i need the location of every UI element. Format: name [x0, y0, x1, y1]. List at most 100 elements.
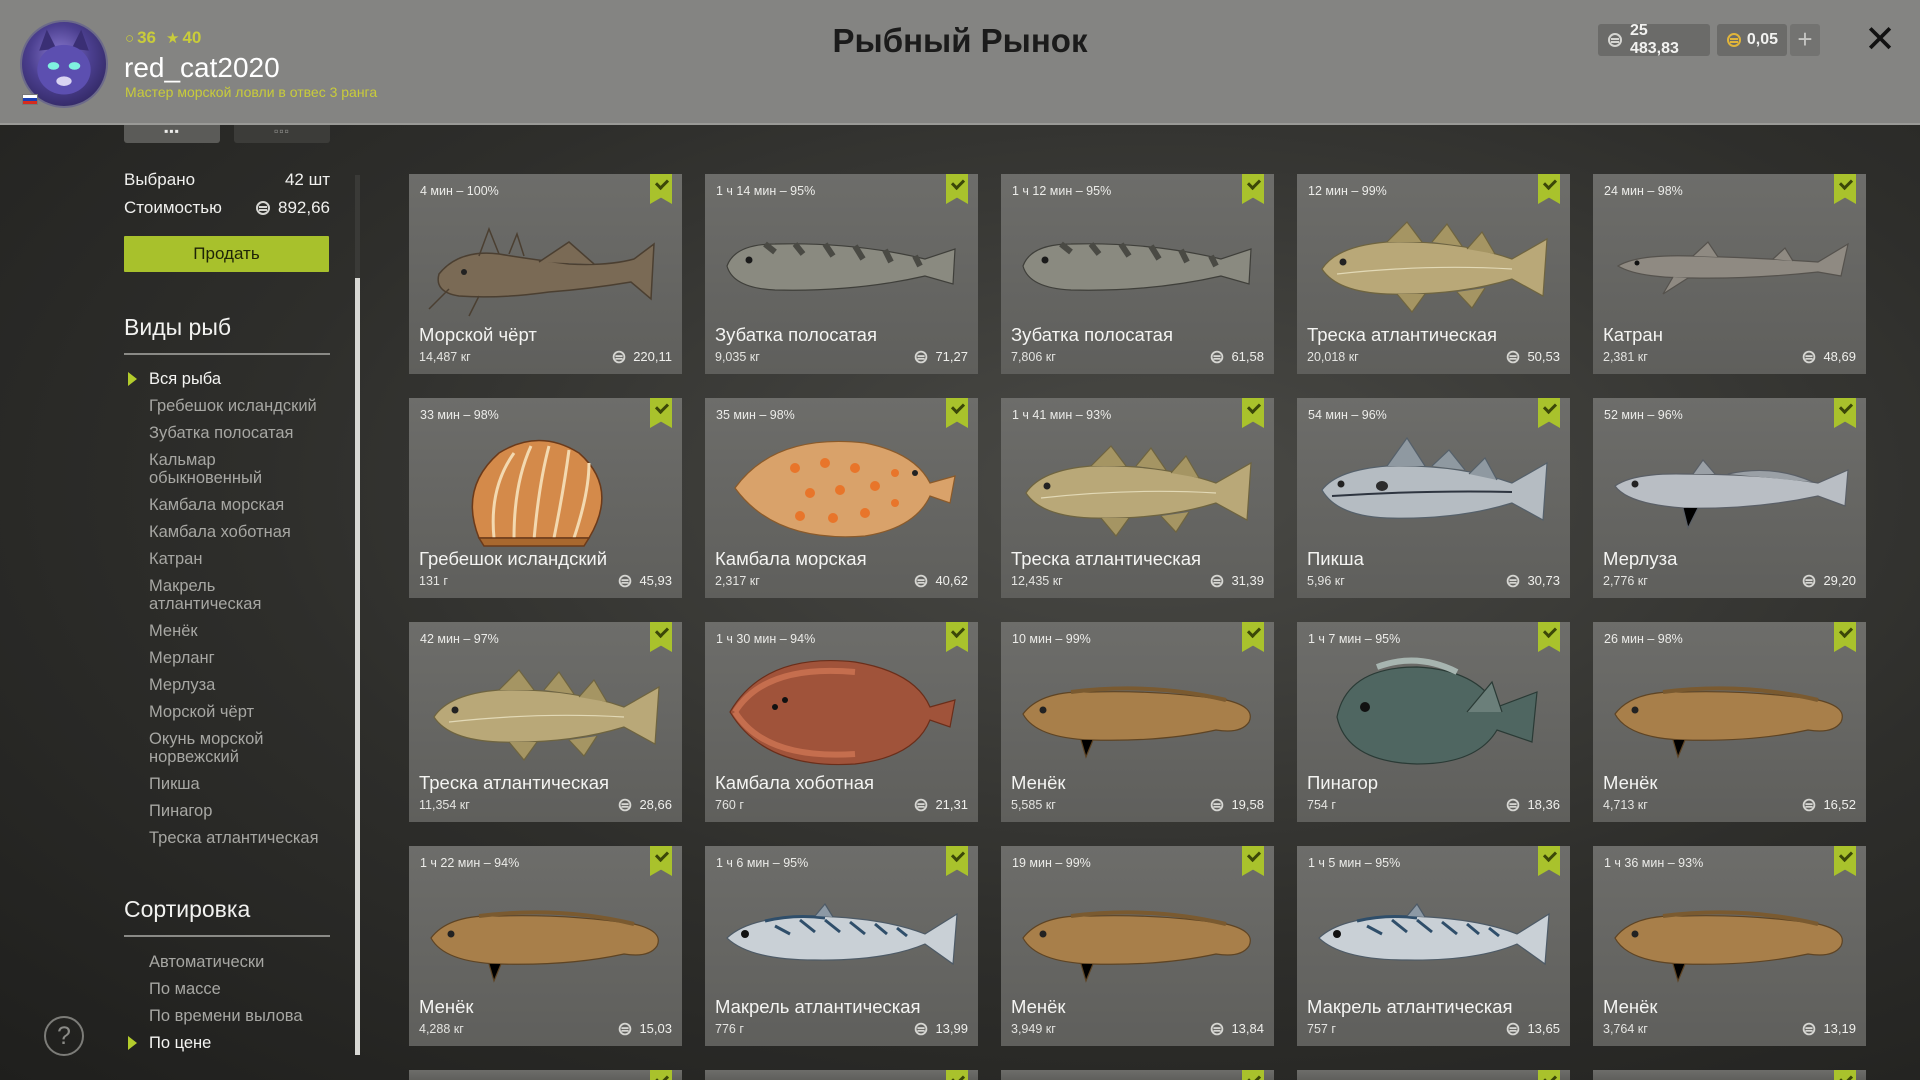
fish-card[interactable]: 12 мин – 99% Треска атлантическая 20,018…	[1297, 174, 1570, 374]
scrollbar-thumb[interactable]	[355, 278, 360, 1055]
selected-check-icon[interactable]	[946, 846, 968, 876]
fish-card[interactable]: 33 мин – 98% Гребешок исландский 131 г 4…	[409, 398, 682, 598]
selected-check-icon[interactable]	[1834, 174, 1856, 204]
fish-name: Пинагор	[1307, 772, 1379, 793]
selected-check-icon[interactable]	[946, 1070, 968, 1080]
selected-check-icon[interactable]	[946, 398, 968, 428]
fish-card[interactable]: 42 мин – 97% Треска атлантическая 11,354…	[409, 622, 682, 822]
sort-option-item[interactable]: По массе	[124, 980, 330, 998]
cod-icon	[419, 652, 672, 772]
species-filter-label: Мерланг	[149, 649, 215, 667]
add-gold-button[interactable]: +	[1790, 24, 1820, 56]
species-filter-item[interactable]: Пинагор	[124, 802, 330, 820]
selected-check-icon[interactable]	[1538, 622, 1560, 652]
sort-option-item[interactable]: По цене	[124, 1034, 330, 1052]
species-filter-item[interactable]: Макрель атлантическая	[124, 577, 330, 613]
species-filter-item[interactable]: Треска атлантическая	[124, 829, 330, 847]
species-filter-item[interactable]: Камбала морская	[124, 496, 330, 514]
fish-card[interactable]: 10 мин – 99% Менёк 5,585 кг 19,58	[1001, 622, 1274, 822]
fish-name: Менёк	[1011, 772, 1066, 793]
selected-check-icon[interactable]	[650, 398, 672, 428]
selected-check-icon[interactable]	[1538, 846, 1560, 876]
sell-button[interactable]: Продать	[124, 236, 329, 272]
fish-card-partial[interactable]	[1593, 1070, 1866, 1080]
sort-option-item[interactable]: Автоматически	[124, 953, 330, 971]
species-heading: Виды рыб	[124, 314, 330, 355]
help-button[interactable]: ?	[44, 1016, 84, 1056]
sort-option-label: По массе	[149, 980, 221, 998]
fish-card-partial[interactable]	[1297, 1070, 1570, 1080]
selected-check-icon[interactable]	[1834, 398, 1856, 428]
catch-time: 19 мин – 99%	[1012, 856, 1091, 870]
selected-check-icon[interactable]	[1242, 398, 1264, 428]
fish-card[interactable]: 24 мин – 98% Катран 2,381 кг 48,69	[1593, 174, 1866, 374]
sort-option-item[interactable]: По времени вылова	[124, 1007, 330, 1025]
small-grid-view-tab[interactable]: ▫▫▫	[234, 125, 330, 143]
fish-weight: 131 г	[419, 574, 448, 588]
flounder-icon	[715, 652, 968, 772]
silver-coins-icon	[1802, 1022, 1816, 1035]
selected-check-icon[interactable]	[946, 174, 968, 204]
fish-card[interactable]: 1 ч 12 мин – 95% Зубатка полосатая 7,806…	[1001, 174, 1274, 374]
fish-card[interactable]: 52 мин – 96% Мерлуза 2,776 кг 29,20	[1593, 398, 1866, 598]
fish-card[interactable]: 4 мин – 100% Морской чёрт 14,487 кг 220,…	[409, 174, 682, 374]
fish-card[interactable]: 26 мин – 98% Менёк 4,713 кг 16,52	[1593, 622, 1866, 822]
selected-check-icon[interactable]	[650, 622, 672, 652]
selected-check-icon[interactable]	[650, 846, 672, 876]
fish-name: Треска атлантическая	[1307, 324, 1498, 345]
selected-check-icon[interactable]	[650, 1070, 672, 1080]
species-filter-item[interactable]: Кальмар обыкновенный	[124, 451, 330, 487]
species-filter-label: Гребешок исландский	[149, 397, 317, 415]
profile-header: ○ 36 ★ 40 red_cat2020 Мастер морской ловли…	[0, 0, 1920, 125]
selected-check-icon[interactable]	[1242, 1070, 1264, 1080]
species-filter-item[interactable]: Мерланг	[124, 649, 330, 667]
species-filter-item[interactable]: Вся рыба	[124, 370, 330, 388]
species-filter-item[interactable]: Окунь морской норвежский	[124, 730, 330, 766]
fish-card[interactable]: 1 ч 5 мин – 95% Макрель атлантическая 75…	[1297, 846, 1570, 1046]
fish-card-partial[interactable]	[409, 1070, 682, 1080]
selected-check-icon[interactable]	[1242, 622, 1264, 652]
fish-card[interactable]: 1 ч 7 мин – 95% Пинагор 754 г 18,36	[1297, 622, 1570, 822]
species-filter-item[interactable]: Зубатка полосатая	[124, 424, 330, 442]
selected-check-icon[interactable]	[1242, 174, 1264, 204]
fish-card[interactable]: 1 ч 6 мин – 95% Макрель атлантическая 77…	[705, 846, 978, 1046]
fish-card[interactable]: 1 ч 30 мин – 94% Камбала хоботная 760 г …	[705, 622, 978, 822]
mackerel-icon	[715, 876, 968, 996]
species-filter-item[interactable]: Морской чёрт	[124, 703, 330, 721]
species-filter-item[interactable]: Гребешок исландский	[124, 397, 330, 415]
selected-check-icon[interactable]	[1834, 1070, 1856, 1080]
selected-check-icon[interactable]	[1538, 174, 1560, 204]
fish-card[interactable]: 1 ч 22 мин – 94% Менёк 4,288 кг 15,03	[409, 846, 682, 1046]
selected-check-icon[interactable]	[1538, 398, 1560, 428]
species-filter-item[interactable]: Пикша	[124, 775, 330, 793]
selected-check-icon[interactable]	[1834, 622, 1856, 652]
fish-card[interactable]: 1 ч 36 мин – 93% Менёк 3,764 кг 13,19	[1593, 846, 1866, 1046]
selected-check-icon[interactable]	[1834, 846, 1856, 876]
species-filter-item[interactable]: Камбала хоботная	[124, 523, 330, 541]
large-grid-view-tab[interactable]: ▪▪▪	[124, 125, 220, 143]
species-filter-label: Кальмар обыкновенный	[149, 451, 263, 487]
fish-name: Треска атлантическая	[419, 772, 610, 793]
species-filter-item[interactable]: Менёк	[124, 622, 330, 640]
fish-card-partial[interactable]	[705, 1070, 978, 1080]
cost-label: Стоимостью	[124, 198, 222, 217]
selected-check-icon[interactable]	[1538, 1070, 1560, 1080]
selected-cost-row: Стоимостью 892,66	[124, 198, 330, 218]
fish-card-partial[interactable]	[1001, 1070, 1274, 1080]
fish-card[interactable]: 1 ч 41 мин – 93% Треска атлантическая 12…	[1001, 398, 1274, 598]
selected-check-icon[interactable]	[650, 174, 672, 204]
fish-name: Зубатка полосатая	[715, 324, 877, 345]
close-button[interactable]: ✕	[1862, 20, 1898, 60]
selected-check-icon[interactable]	[946, 622, 968, 652]
fish-weight: 4,713 кг	[1603, 798, 1648, 812]
lumpfish-icon	[1307, 652, 1560, 772]
fish-weight: 760 г	[715, 798, 744, 812]
fish-card[interactable]: 54 мин – 96% Пикша 5,96 кг 30,73	[1297, 398, 1570, 598]
selected-check-icon[interactable]	[1242, 846, 1264, 876]
fish-card[interactable]: 1 ч 14 мин – 95% Зубатка полосатая 9,035…	[705, 174, 978, 374]
fish-card[interactable]: 35 мин – 98% Камбала морская 2,317 кг 40…	[705, 398, 978, 598]
fish-name: Катран	[1603, 324, 1663, 345]
species-filter-item[interactable]: Катран	[124, 550, 330, 568]
fish-card[interactable]: 19 мин – 99% Менёк 3,949 кг 13,84	[1001, 846, 1274, 1046]
species-filter-item[interactable]: Мерлуза	[124, 676, 330, 694]
